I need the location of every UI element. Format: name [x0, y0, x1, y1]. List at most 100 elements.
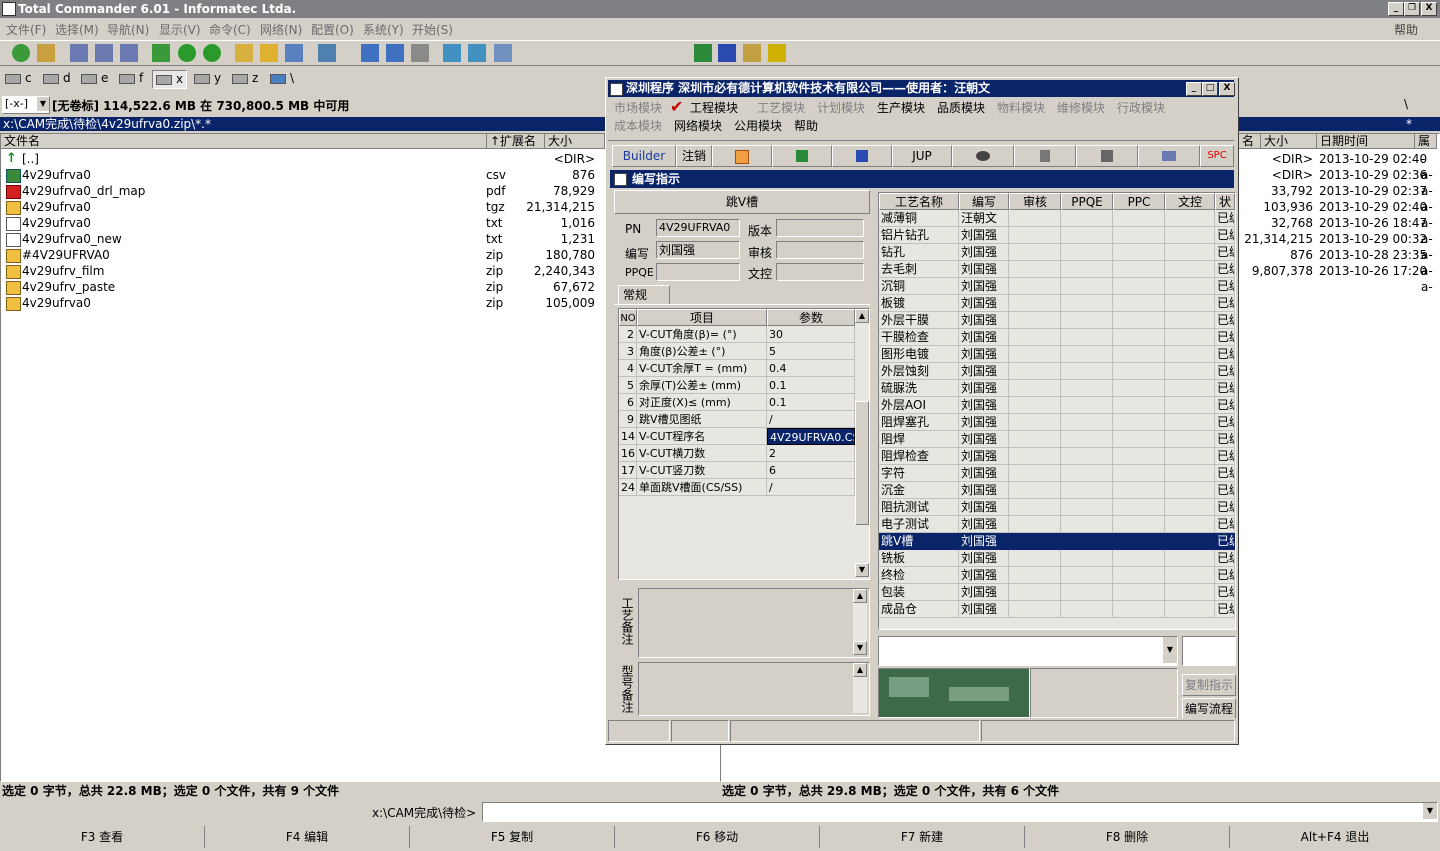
right-nav-backslash[interactable]: \	[1404, 97, 1408, 111]
excel-icon[interactable]	[694, 44, 712, 62]
menu-config[interactable]: 配置(O)	[311, 21, 354, 38]
scroll-up-icon[interactable]: ▲	[853, 589, 867, 603]
drive-x[interactable]: x	[152, 70, 188, 89]
param-item[interactable]: 跳V槽见图纸	[637, 411, 767, 428]
ftp-icon[interactable]	[318, 44, 336, 62]
process-header-1[interactable]: 编写	[959, 193, 1009, 210]
param-value[interactable]: 5	[767, 343, 855, 360]
param-value[interactable]: 0.1	[767, 394, 855, 411]
file-row[interactable]: 876 2013-10-28 23:35 -a-	[1239, 247, 1435, 278]
param-header-item[interactable]: 项目	[637, 309, 767, 326]
tool-export-button[interactable]	[712, 145, 772, 167]
param-item[interactable]: V-CUT角度(β)= (°)	[637, 326, 767, 343]
process-remark-field[interactable]: ▲ ▼	[638, 588, 870, 658]
file-row[interactable]: 32,768 2013-10-26 18:47 -a-	[1239, 215, 1435, 246]
process-row[interactable]: 干膜检查刘国强 已编	[879, 329, 1235, 346]
pn-field[interactable]: 4V29UFRVA0	[656, 219, 740, 237]
review-field[interactable]	[776, 241, 864, 259]
tool-word-button[interactable]	[832, 145, 892, 167]
process-grid[interactable]: 工艺名称编写审核PPQEPPC文控状 减薄铜汪朝文已编铝片钻孔刘国强已编钻孔刘国…	[878, 192, 1236, 630]
right-path-bar[interactable]: *	[1238, 117, 1440, 131]
menu-view[interactable]: 显示(V)	[159, 21, 201, 38]
dialog-minimize-button[interactable]: _	[1186, 82, 1202, 96]
col-header-attr-right[interactable]: 属	[1415, 134, 1437, 149]
process-row[interactable]: 外层AOI刘国强 已编	[879, 397, 1235, 414]
chevron-down-icon[interactable]: ▼	[1423, 803, 1437, 819]
param-no[interactable]: 3	[619, 343, 637, 360]
menu-maintenance[interactable]: 维修模块	[1057, 99, 1105, 116]
param-item[interactable]: 单面跳V槽面(CS/SS)	[637, 479, 767, 496]
menu-command[interactable]: 命令(C)	[209, 21, 251, 38]
file-row[interactable]: <DIR> 2013-10-29 02:40 -a-	[1239, 151, 1435, 182]
sync-icon[interactable]	[285, 44, 303, 62]
menu-process[interactable]: 工艺模块	[757, 99, 805, 116]
drive-e[interactable]: e	[78, 70, 111, 87]
menu-file[interactable]: 文件(F)	[6, 21, 46, 38]
logout-button[interactable]: 注销	[676, 145, 712, 167]
drive-d[interactable]: d	[40, 70, 74, 87]
folder-icon[interactable]	[260, 44, 278, 62]
alt-f4-exit-button[interactable]: Alt+F4 退出	[1230, 826, 1440, 848]
col-header-size-right[interactable]: 大小	[1261, 134, 1317, 149]
process-row[interactable]: 阻焊塞孔刘国强 已编	[879, 414, 1235, 431]
file-row[interactable]: 4v29ufrv_film zip 2,240,343	[1, 263, 601, 279]
menu-market[interactable]: 市场模块	[614, 99, 662, 116]
col-header-ext-right[interactable]: 名	[1239, 134, 1261, 149]
param-value[interactable]: 0.4	[767, 360, 855, 377]
unpack-icon[interactable]	[37, 44, 55, 62]
file-row[interactable]: 4v29ufrva0 txt 1,016	[1, 215, 601, 231]
param-item[interactable]: V-CUT余厚T = (mm)	[637, 360, 767, 377]
back-icon[interactable]	[178, 44, 196, 62]
calc-icon[interactable]	[494, 44, 512, 62]
process-row[interactable]: 去毛刺刘国强 已编	[879, 261, 1235, 278]
tab-general[interactable]: 常规	[618, 285, 670, 305]
left-path-bar[interactable]: x:\CAM完成\待检\4v29ufrva0.zip\*.*	[0, 117, 606, 131]
minimize-button[interactable]: _	[1388, 2, 1404, 16]
process-row[interactable]: 包装刘国强 已编	[879, 584, 1235, 601]
drive-y[interactable]: y	[191, 70, 224, 87]
col-header-date-right[interactable]: 日期时间	[1317, 134, 1415, 149]
process-row[interactable]: 阻抗测试刘国强 已编	[879, 499, 1235, 516]
scroll-up-icon[interactable]: ▲	[855, 309, 869, 323]
file-row[interactable]: 4v29ufrva0 csv 876	[1, 167, 601, 183]
process-row[interactable]: 板镀刘国强 已编	[879, 295, 1235, 312]
swap-icon[interactable]	[152, 44, 170, 62]
copy-instruction-button[interactable]: 复制指示	[1182, 674, 1236, 696]
chevron-down-icon[interactable]: ▼	[1163, 637, 1177, 663]
process-header-3[interactable]: PPQE	[1061, 193, 1113, 210]
process-header-5[interactable]: 文控	[1165, 193, 1215, 210]
menu-start[interactable]: 开始(S)	[412, 21, 453, 38]
process-row[interactable]: 电子测试刘国强 已编	[879, 516, 1235, 533]
param-no[interactable]: 6	[619, 394, 637, 411]
command-input[interactable]: ▼	[482, 802, 1438, 822]
f6-move-button[interactable]: F6 移动	[615, 826, 820, 848]
menu-help[interactable]: 帮助	[1394, 21, 1418, 38]
param-header-param[interactable]: 参数	[767, 309, 855, 326]
process-row[interactable]: 沉铜刘国强 已编	[879, 278, 1235, 295]
search-icon[interactable]	[386, 44, 404, 62]
process-row[interactable]: 成品仓刘国强 已编	[879, 601, 1235, 618]
process-row[interactable]: 减薄铜汪朝文 已编	[879, 210, 1235, 227]
refresh-icon[interactable]	[12, 44, 30, 62]
param-value[interactable]: 0.1	[767, 377, 855, 394]
param-value[interactable]: 30	[767, 326, 855, 343]
menu-network[interactable]: 网络(N)	[260, 21, 302, 38]
edit-icon[interactable]	[468, 44, 486, 62]
param-header-no[interactable]: NO	[619, 309, 637, 326]
file-row[interactable]: 4v29ufrva0_new txt 1,231	[1, 231, 601, 247]
file-row[interactable]: 4v29ufrva0 zip 105,009	[1, 295, 601, 311]
drive-combo[interactable]: [-x-] ▼	[2, 96, 50, 114]
dialog-close-button[interactable]: X	[1219, 82, 1235, 96]
scroll-down-icon[interactable]: ▼	[853, 641, 867, 655]
drive-c[interactable]: c	[2, 70, 35, 87]
file-row[interactable]: <DIR> 2013-10-29 02:36 -a-	[1239, 167, 1435, 198]
process-row[interactable]: 钻孔刘国强 已编	[879, 244, 1235, 261]
app-shortcut-2-icon[interactable]	[768, 44, 786, 62]
menu-navigate[interactable]: 导航(N)	[107, 21, 149, 38]
param-item[interactable]: 余厚(T)公差± (mm)	[637, 377, 767, 394]
file-row[interactable]: 9,807,378 2013-10-26 17:20 -a-	[1239, 263, 1435, 294]
f5-copy-button[interactable]: F5 复制	[410, 826, 615, 848]
version-field[interactable]	[776, 219, 864, 237]
scroll-thumb[interactable]	[855, 401, 869, 525]
param-item[interactable]: 对正度(X)≤ (mm)	[637, 394, 767, 411]
